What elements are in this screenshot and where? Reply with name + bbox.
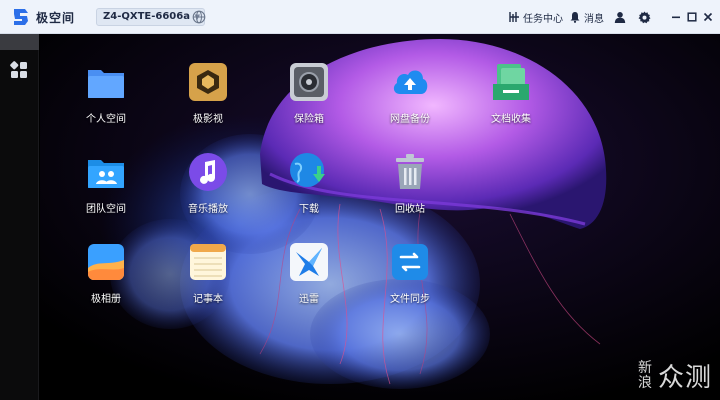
- document-stack-icon: [493, 64, 529, 100]
- messages-button[interactable]: 消息: [569, 9, 604, 25]
- app-xunlei[interactable]: 迅雷: [269, 242, 349, 322]
- app-label: 极相册: [91, 294, 121, 305]
- sync-icon: [392, 244, 428, 280]
- app-notepad[interactable]: 记事本: [168, 242, 248, 322]
- watermark-logo: 新 浪 众测: [638, 357, 712, 394]
- folder-icon: [88, 70, 124, 98]
- sidebar-selected-item[interactable]: [0, 34, 39, 50]
- task-icon: [509, 12, 519, 22]
- trash-icon: [396, 154, 424, 189]
- app-label: 极影视: [193, 114, 223, 125]
- device-name: Z4-QXTE-6606a: [103, 11, 190, 22]
- app-recycle-bin[interactable]: 回收站: [370, 152, 450, 232]
- brand-name: 极空间: [36, 11, 76, 25]
- app-video[interactable]: 极影视: [168, 62, 248, 142]
- app-label: 团队空间: [86, 204, 126, 215]
- safe-icon: [290, 63, 328, 101]
- photo-album-icon: [88, 244, 124, 280]
- desktop-wallpaper: 个人空间 极影视 保险箱 网盘备份 文档收集 团队空间 音乐播放 下载 回收站 …: [40, 34, 720, 400]
- task-center-button[interactable]: 任务中心: [508, 9, 563, 25]
- watermark-text: 众测: [657, 363, 712, 393]
- apps-grid-icon[interactable]: [9, 60, 29, 80]
- app-label: 文档收集: [491, 114, 531, 125]
- app-safe[interactable]: 保险箱: [269, 62, 349, 142]
- app-label: 文件同步: [390, 294, 430, 305]
- app-download[interactable]: 下载: [269, 152, 349, 232]
- app-label: 下载: [299, 204, 319, 215]
- cloud-upload-icon: [393, 70, 428, 94]
- app-doc-collect[interactable]: 文档收集: [471, 62, 551, 142]
- app-music[interactable]: 音乐播放: [168, 152, 248, 232]
- watermark-line1: 新: [637, 359, 652, 376]
- app-label: 个人空间: [86, 114, 126, 125]
- user-icon[interactable]: [612, 9, 628, 25]
- title-bar: 极空间 Z4-QXTE-6606a ▼ 任务中心 消息: [0, 0, 720, 34]
- app-label: 音乐播放: [188, 204, 228, 215]
- app-personal-space[interactable]: 个人空间: [66, 62, 146, 142]
- app-team-space[interactable]: 团队空间: [66, 152, 146, 232]
- notepad-icon: [190, 244, 226, 280]
- close-icon[interactable]: [700, 9, 716, 25]
- sidebar: [0, 34, 39, 400]
- app-label: 回收站: [395, 204, 425, 215]
- music-icon: [189, 153, 227, 191]
- minimize-icon[interactable]: [668, 9, 684, 25]
- app-logo-icon: [14, 9, 28, 25]
- app-label: 网盘备份: [390, 114, 430, 125]
- bell-icon: [570, 12, 580, 23]
- device-selector[interactable]: Z4-QXTE-6606a ▼: [96, 8, 205, 26]
- globe-icon[interactable]: [192, 10, 206, 24]
- video-icon: [189, 63, 227, 101]
- app-photo-album[interactable]: 极相册: [66, 242, 146, 322]
- maximize-icon[interactable]: [684, 9, 700, 25]
- download-globe-icon: [290, 153, 325, 187]
- task-center-label: 任务中心: [523, 13, 563, 25]
- team-folder-icon: [88, 160, 124, 188]
- gear-icon[interactable]: [636, 9, 652, 25]
- xunlei-icon: [290, 243, 328, 281]
- app-label: 记事本: [193, 294, 223, 305]
- app-file-sync[interactable]: 文件同步: [370, 242, 450, 322]
- app-label: 保险箱: [294, 114, 324, 125]
- app-cloud-backup[interactable]: 网盘备份: [370, 62, 450, 142]
- messages-label: 消息: [584, 13, 604, 25]
- watermark-line2: 浪: [637, 374, 652, 391]
- app-label: 迅雷: [299, 294, 319, 305]
